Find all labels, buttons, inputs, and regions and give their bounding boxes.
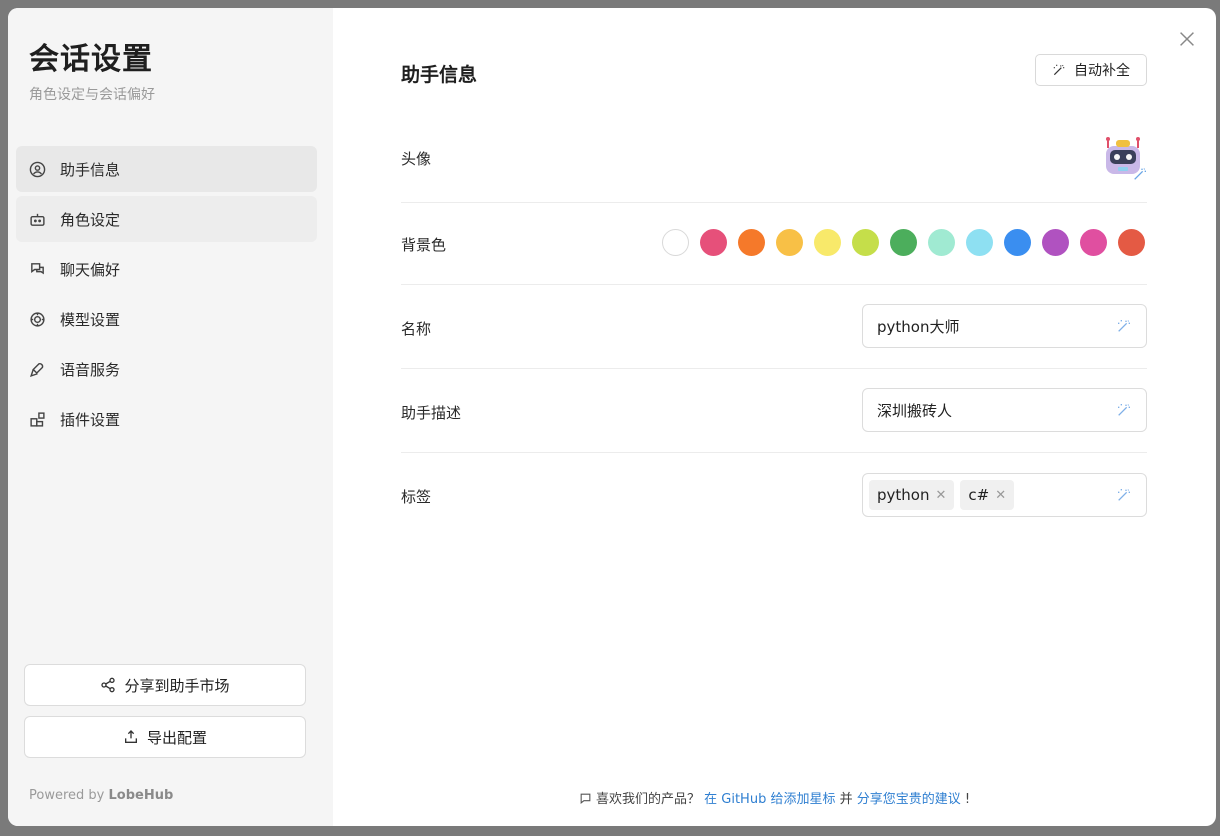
tag-remove-icon[interactable]: ✕ — [995, 488, 1006, 503]
divider — [401, 368, 1147, 369]
bot-icon — [28, 210, 46, 228]
tag-python: python ✕ — [869, 480, 955, 510]
color-swatch[interactable] — [776, 229, 803, 256]
magic-wand-icon — [1053, 64, 1065, 76]
feedback-footer: 喜欢我们的产品？ 在 GitHub 给添加星标 并 分享您宝贵的建议 ! — [333, 788, 1216, 809]
close-icon[interactable] — [1176, 28, 1198, 50]
avatar-label: 头像 — [401, 150, 432, 168]
tag-remove-icon[interactable]: ✕ — [935, 488, 946, 503]
sidebar-nav: 助手信息 角色设定 聊天偏好 模型设置 语音服务 插件设置 — [16, 146, 317, 446]
chat-icon — [28, 260, 46, 278]
avatar[interactable] — [1100, 134, 1146, 180]
color-swatch[interactable] — [928, 229, 955, 256]
name-label: 名称 — [401, 320, 432, 338]
description-input[interactable]: 深圳搬砖人 — [862, 388, 1147, 432]
divider — [401, 452, 1147, 453]
brand-name: LobeHub — [108, 788, 174, 803]
divider — [401, 284, 1147, 285]
sidebar-item-label: 语音服务 — [60, 360, 121, 379]
export-icon — [124, 730, 137, 743]
tag-csharp: c# ✕ — [960, 480, 1015, 510]
color-swatch[interactable] — [738, 229, 765, 256]
color-swatch[interactable] — [852, 229, 879, 256]
color-swatch[interactable] — [1042, 229, 1069, 256]
auto-fill-label: 自动补全 — [1074, 63, 1130, 79]
sidebar-subtitle: 角色设定与会话偏好 — [29, 87, 155, 103]
sidebar-item-label: 角色设定 — [60, 210, 121, 229]
share-icon — [101, 677, 116, 693]
bg-color-label: 背景色 — [401, 236, 447, 254]
color-swatch[interactable] — [814, 229, 841, 256]
section-title: 助手信息 — [401, 64, 478, 86]
color-swatch[interactable] — [700, 229, 727, 256]
main-panel: 助手信息 自动补全 头像 背景色 名称 python大师 助手描述 深圳搬砖人 … — [333, 8, 1216, 826]
feedback-link[interactable]: 分享您宝贵的建议 — [857, 792, 961, 807]
magic-wand-icon — [1134, 168, 1146, 180]
sidebar-title: 会话设置 — [29, 42, 153, 77]
name-input[interactable]: python大师 — [862, 304, 1147, 348]
sidebar-item-label: 模型设置 — [60, 310, 121, 329]
sidebar-item-label: 助手信息 — [60, 160, 121, 179]
powered-by: Powered by LobeHub — [29, 788, 173, 803]
description-input-value: 深圳搬砖人 — [877, 401, 953, 420]
sidebar-item-model-settings[interactable]: 模型设置 — [16, 296, 317, 342]
blocks-icon — [28, 410, 46, 428]
sidebar: 会话设置 角色设定与会话偏好 助手信息 角色设定 聊天偏好 模型设置 语音服务 … — [8, 8, 333, 826]
tags-label: 标签 — [401, 488, 432, 506]
brain-icon — [28, 310, 46, 328]
color-swatches — [662, 229, 1145, 256]
description-label: 助手描述 — [401, 404, 462, 422]
sidebar-item-voice-service[interactable]: 语音服务 — [16, 346, 317, 392]
color-swatch[interactable] — [890, 229, 917, 256]
footer-prefix: 喜欢我们的产品？ — [595, 792, 700, 807]
sidebar-item-label: 插件设置 — [60, 410, 121, 429]
color-swatch[interactable] — [966, 229, 993, 256]
tag-label: c# — [968, 486, 990, 504]
footer-suffix: ! — [964, 792, 971, 807]
mic-icon — [28, 360, 46, 378]
share-to-market-button[interactable]: 分享到助手市场 — [24, 664, 306, 706]
powered-prefix: Powered by — [29, 788, 105, 803]
color-swatch[interactable] — [1004, 229, 1031, 256]
export-config-button[interactable]: 导出配置 — [24, 716, 306, 758]
name-input-value: python大师 — [877, 317, 960, 336]
github-star-link[interactable]: 在 GitHub 给添加星标 — [704, 792, 835, 807]
user-circle-icon — [28, 160, 46, 178]
auto-fill-button[interactable]: 自动补全 — [1035, 54, 1147, 86]
sidebar-item-plugin-settings[interactable]: 插件设置 — [16, 396, 317, 442]
color-swatch[interactable] — [1118, 229, 1145, 256]
export-button-label: 导出配置 — [146, 728, 207, 747]
color-swatch[interactable] — [662, 229, 689, 256]
tag-label: python — [877, 486, 930, 504]
magic-wand-icon[interactable] — [1116, 402, 1132, 418]
magic-wand-icon[interactable] — [1116, 318, 1132, 334]
divider — [401, 202, 1147, 203]
magic-wand-icon[interactable] — [1116, 487, 1132, 503]
tags-input[interactable]: python ✕ c# ✕ — [862, 473, 1147, 517]
sidebar-item-role[interactable]: 角色设定 — [16, 196, 317, 242]
sidebar-item-assistant-info[interactable]: 助手信息 — [16, 146, 317, 192]
session-settings-modal: 会话设置 角色设定与会话偏好 助手信息 角色设定 聊天偏好 模型设置 语音服务 … — [8, 8, 1216, 826]
share-button-label: 分享到助手市场 — [124, 676, 230, 695]
footer-middle: 并 — [839, 792, 853, 807]
sidebar-item-label: 聊天偏好 — [60, 260, 121, 279]
chat-bubble-icon — [579, 792, 592, 809]
color-swatch[interactable] — [1080, 229, 1107, 256]
sidebar-item-chat-preference[interactable]: 聊天偏好 — [16, 246, 317, 292]
